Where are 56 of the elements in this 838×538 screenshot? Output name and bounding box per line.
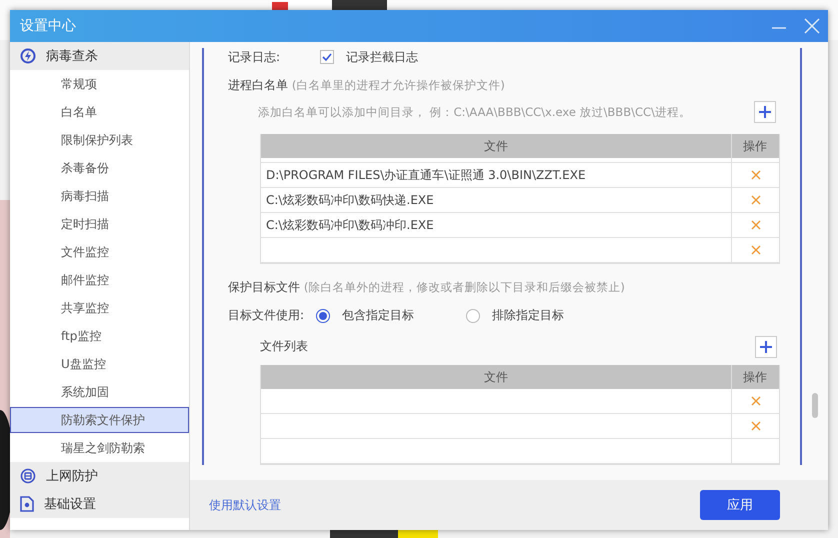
sidebar-group[interactable]: 病毒查杀	[10, 42, 189, 70]
sidebar-item[interactable]: 系统加固	[10, 379, 189, 405]
sidebar-item[interactable]: ftp监控	[10, 323, 189, 349]
section-title: 进程白名单 (白名单里的进程才允许操作被保护文件)	[228, 76, 505, 94]
delete-icon[interactable]	[750, 170, 760, 180]
radio-button[interactable]	[466, 308, 480, 323]
column-header: 操作	[731, 365, 778, 389]
sidebar-item[interactable]: 共享监控	[10, 295, 189, 321]
list-title: 文件列表	[260, 338, 308, 356]
window-title: 设置中心	[20, 17, 77, 35]
globe-icon	[20, 468, 36, 484]
scrollbar-thumb[interactable]	[812, 393, 818, 418]
group-label: 上网防护	[46, 468, 98, 485]
table-cell-text: C:\炫彩数码冲印\数码快递.EXE	[265, 192, 435, 209]
delete-icon[interactable]	[750, 220, 760, 230]
sidebar-item[interactable]: 杀毒备份	[10, 155, 189, 181]
radio-button[interactable]	[316, 308, 330, 323]
add-button[interactable]	[754, 101, 776, 124]
reset-link[interactable]: 使用默认设置	[209, 496, 700, 514]
plus-icon	[759, 340, 773, 354]
radio-label: 排除指定目标	[492, 307, 564, 324]
sidebar-item[interactable]: 限制保护列表	[10, 127, 189, 153]
table-cell-text: D:\PROGRAM FILES\办证直通车\证照通 3.0\BIN\ZZT.EXE	[265, 166, 587, 184]
column-header: 文件	[483, 368, 509, 386]
sidebar-item[interactable]: 白名单	[10, 99, 189, 125]
field-label: 记录日志:	[228, 48, 280, 66]
section-title: 保护目标文件 (除白名单外的进程，修改或者删除以下目录和后缀会被禁止)	[228, 279, 625, 296]
hint-text: 添加白名单可以添加中间目录， 例：C:\AAA\BBB\CC\x.exe 放过\BBB\CC\进程。	[258, 104, 691, 120]
settings-file-icon	[20, 496, 34, 512]
sidebar-item[interactable]: 邮件监控	[10, 267, 189, 293]
column-header: 操作	[731, 134, 778, 158]
add-button[interactable]	[755, 336, 777, 358]
table-cell-text: C:\炫彩数码冲印\数码冲印.EXE	[265, 216, 435, 234]
sidebar-item[interactable]: 防勒索文件保护	[10, 407, 189, 433]
delete-icon[interactable]	[750, 421, 760, 431]
close-icon[interactable]	[804, 18, 820, 34]
plus-icon	[758, 105, 772, 120]
checkbox[interactable]	[320, 50, 334, 64]
sidebar-item[interactable]: 文件监控	[10, 239, 189, 265]
delete-icon[interactable]	[750, 245, 760, 256]
sidebar-group[interactable]: 上网防护	[10, 462, 189, 490]
sidebar-group[interactable]: 基础设置	[10, 490, 189, 518]
apply-button[interactable]: 应用	[700, 490, 780, 520]
sidebar-item[interactable]: U盘监控	[10, 351, 189, 377]
delete-icon[interactable]	[750, 195, 760, 206]
checkbox-label: 记录拦截日志	[346, 48, 418, 66]
delete-icon[interactable]	[750, 396, 760, 406]
group-label: 基础设置	[44, 496, 96, 513]
sidebar-item[interactable]: 病毒扫描	[10, 183, 189, 209]
column-header: 文件	[483, 138, 509, 155]
field-label: 目标文件使用:	[228, 307, 304, 324]
sidebar-item[interactable]: 定时扫描	[10, 211, 189, 237]
sidebar-item[interactable]: 瑞星之剑防勒索	[10, 435, 189, 461]
sidebar-item[interactable]: 常规项	[10, 71, 189, 97]
radio-label: 包含指定目标	[342, 307, 414, 324]
group-label: 病毒查杀	[46, 48, 98, 65]
